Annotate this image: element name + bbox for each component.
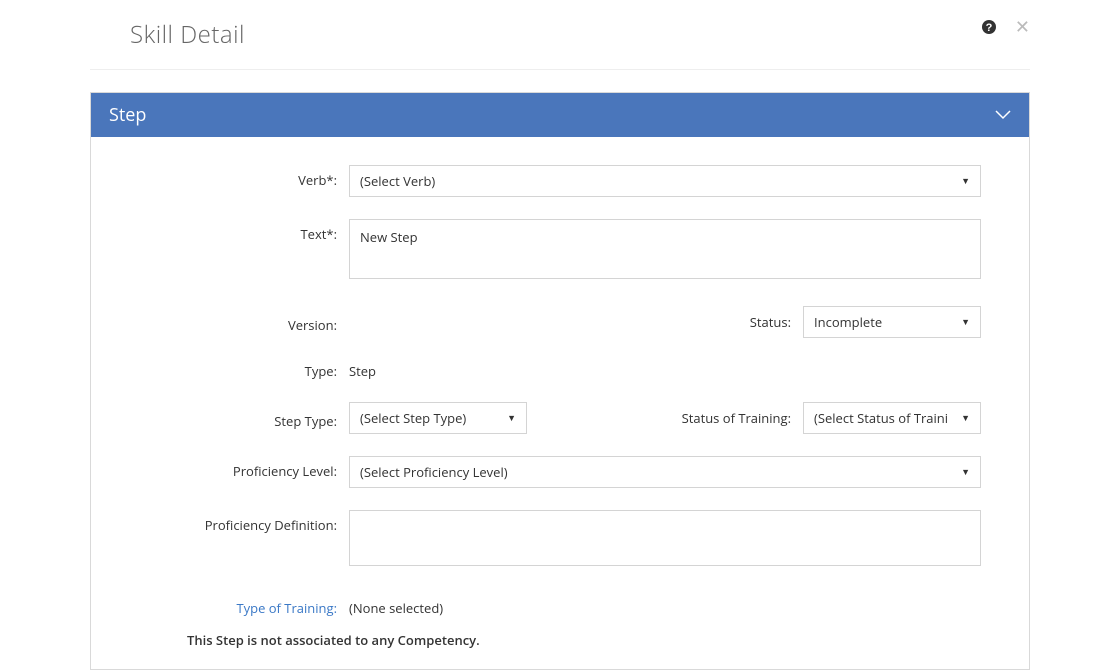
panel-body: Verb*: (Select Verb) Text*: Version:	[91, 137, 1029, 669]
type-training-value: (None selected)	[349, 593, 443, 617]
row-prof-level: Proficiency Level: (Select Proficiency L…	[187, 456, 981, 488]
step-panel: Step Verb*: (Select Verb) Text*:	[90, 92, 1030, 670]
competency-note: This Step is not associated to any Compe…	[187, 631, 981, 649]
help-icon[interactable]: ?	[981, 18, 997, 40]
verb-select[interactable]: (Select Verb)	[349, 165, 981, 197]
text-input[interactable]	[349, 219, 981, 279]
type-value: Step	[349, 356, 376, 380]
row-prof-def: Proficiency Definition:	[187, 510, 981, 571]
step-type-select[interactable]: (Select Step Type)	[349, 402, 527, 434]
label-text: Text*:	[187, 219, 349, 243]
chevron-down-icon[interactable]	[995, 106, 1011, 125]
label-prof-def: Proficiency Definition:	[187, 510, 349, 534]
label-type: Type:	[187, 356, 349, 380]
label-type-training[interactable]: Type of Training:	[187, 593, 349, 617]
label-status: Status:	[750, 313, 803, 331]
status-select[interactable]: Incomplete	[803, 306, 981, 338]
label-prof-level: Proficiency Level:	[187, 456, 349, 480]
label-status-training: Status of Training:	[682, 409, 803, 427]
row-steptype-statustraining: Step Type: (Select Step Type) Status of …	[187, 402, 981, 434]
panel-header-title: Step	[109, 103, 146, 127]
prof-level-select[interactable]: (Select Proficiency Level)	[349, 456, 981, 488]
row-verb: Verb*: (Select Verb)	[187, 165, 981, 197]
panel-header[interactable]: Step	[91, 93, 1029, 137]
status-training-select[interactable]: (Select Status of Traini	[803, 402, 981, 434]
page-title: Skill Detail	[130, 18, 1030, 51]
label-verb: Verb*:	[187, 165, 349, 189]
row-type-training: Type of Training: (None selected)	[187, 593, 981, 617]
header-actions: ? ✕	[981, 18, 1030, 40]
row-text: Text*:	[187, 219, 981, 284]
skill-detail-page: ? ✕ Skill Detail Step Verb*: (Select Ver…	[0, 0, 1120, 638]
prof-def-input[interactable]	[349, 510, 981, 566]
svg-text:?: ?	[986, 22, 993, 34]
close-icon[interactable]: ✕	[1015, 18, 1030, 40]
divider	[90, 69, 1030, 70]
row-version-status: Version: Status: Incomplete	[187, 306, 981, 338]
label-version: Version:	[187, 310, 349, 334]
label-step-type: Step Type:	[187, 406, 349, 430]
row-type: Type: Step	[187, 356, 981, 380]
